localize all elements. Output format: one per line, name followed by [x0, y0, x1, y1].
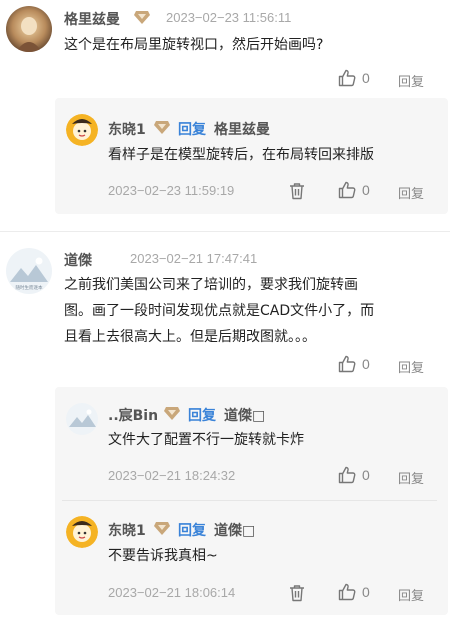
reply-text: 不要告诉我真相~	[108, 548, 218, 564]
comment-time: 2023−02−21 17:47:41	[130, 251, 258, 266]
like-button[interactable]: 0	[338, 583, 370, 601]
avatar-caption: 随时生而逐本	[16, 284, 43, 291]
reply-author[interactable]: ..宸Bin	[108, 405, 158, 425]
like-button[interactable]: 0	[338, 466, 370, 484]
reply-button[interactable]: 回复	[398, 585, 424, 604]
reply-word-link[interactable]: 回复	[178, 520, 206, 540]
like-count: 0	[362, 467, 370, 483]
reply-text: 文件大了配置不行一旋转就卡炸	[108, 432, 304, 448]
comment-text-line: 且看上去很高大上。但是后期改图就。。。	[64, 329, 316, 345]
delete-button[interactable]	[288, 584, 306, 602]
reply-target-user[interactable]: 道傑□	[224, 405, 265, 425]
comment-item: 随时生而逐本 道傑 2023−02−21 17:47:41 之前我们美国公司来了…	[0, 0, 450, 627]
badge-icon	[164, 405, 180, 420]
reply-time: 2023−02−21 18:24:32	[108, 468, 236, 483]
reply-target-user[interactable]: 道傑□	[214, 520, 255, 540]
thumbs-up-icon	[338, 583, 356, 601]
like-count: 0	[362, 584, 370, 600]
reply-button[interactable]: 回复	[398, 468, 424, 487]
thumbs-up-icon	[338, 466, 356, 484]
reply-author[interactable]: 东晓1	[108, 520, 146, 540]
like-button[interactable]: 0	[338, 355, 370, 373]
divider	[62, 500, 437, 501]
like-count: 0	[362, 356, 370, 372]
comment-author[interactable]: 道傑	[64, 250, 92, 270]
reply-word-link[interactable]: 回复	[188, 405, 216, 425]
avatar[interactable]	[66, 403, 98, 435]
thumbs-up-icon	[338, 355, 356, 373]
badge-icon	[154, 520, 170, 535]
reply-button[interactable]: 回复	[398, 357, 424, 376]
avatar[interactable]	[66, 516, 98, 548]
comment-text-line: 之前我们美国公司来了培训的，要求我们旋转画	[64, 277, 358, 293]
avatar[interactable]: 随时生而逐本	[6, 248, 52, 294]
reply-time: 2023−02−21 18:06:14	[108, 585, 236, 600]
trash-icon	[290, 585, 304, 602]
comment-text-line: 图。画了一段时间发现优点就是CAD文件小了，而	[64, 303, 375, 319]
comment-text: 之前我们美国公司来了培训的，要求我们旋转画 图。画了一段时间发现优点就是CAD文…	[64, 272, 444, 350]
